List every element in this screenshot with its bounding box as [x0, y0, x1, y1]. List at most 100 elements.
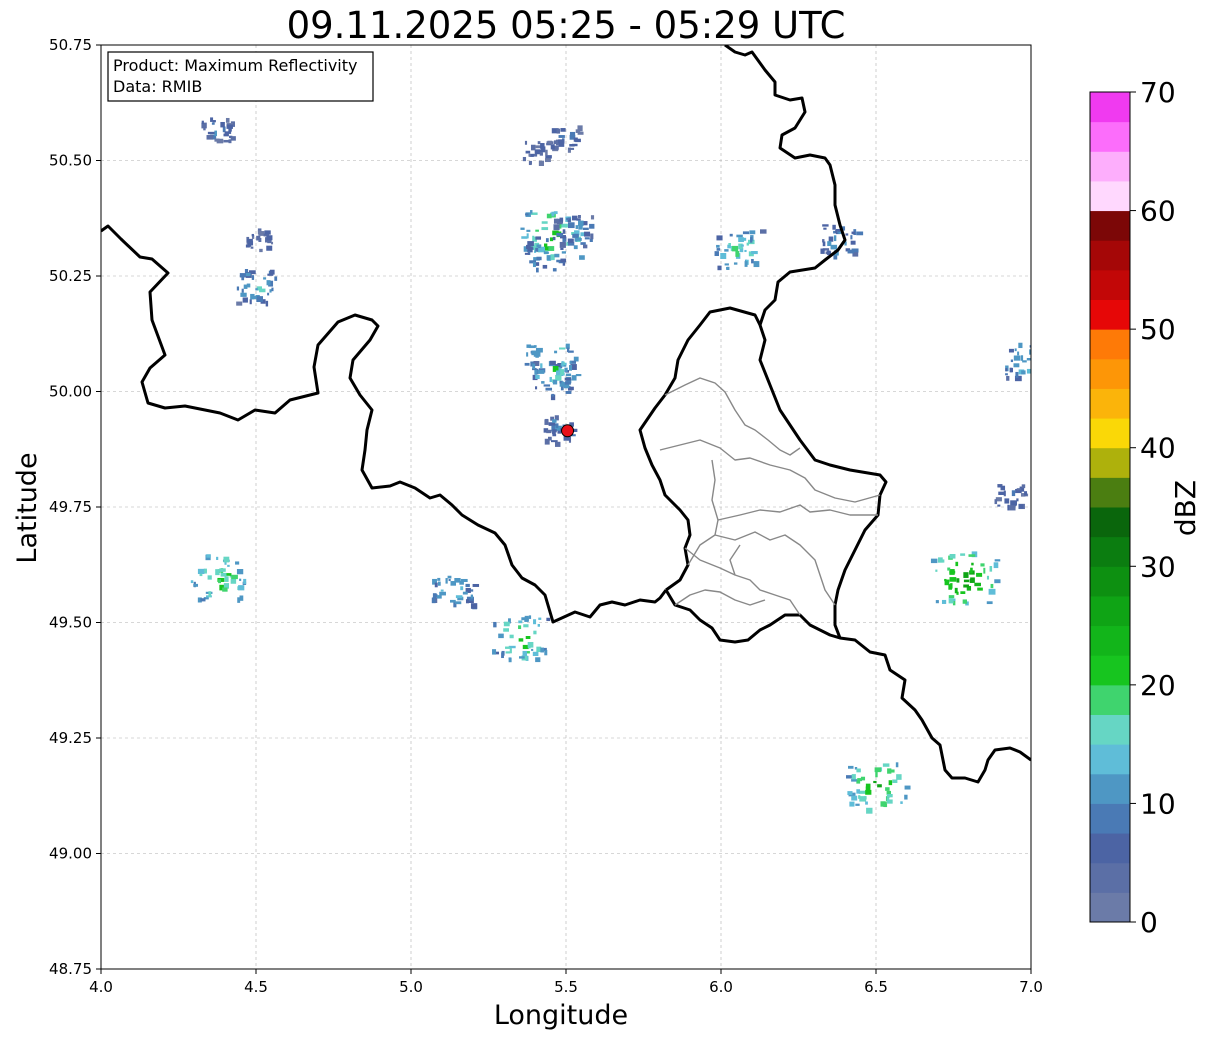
echo-pixel [832, 224, 836, 230]
y-tick-label: 50.50 [49, 152, 92, 170]
echo-pixel [865, 786, 871, 793]
echo-pixel [560, 369, 565, 375]
echo-pixel [849, 801, 855, 807]
echo-pixel [833, 235, 837, 242]
colorbar-segment [1090, 210, 1130, 241]
echo-pixel [573, 137, 578, 142]
echo-pixel [904, 785, 911, 790]
echo-pixel [462, 591, 468, 595]
echo-pixel [971, 562, 974, 566]
echo-pixel [439, 591, 446, 596]
echo-pixel [930, 558, 938, 564]
echo-pixel [1000, 485, 1006, 491]
echo-pixel [465, 599, 469, 604]
echo-pixel [948, 595, 955, 599]
echo-pixel [716, 244, 720, 248]
echo-pixel [847, 791, 853, 796]
echo-pixel [250, 246, 254, 249]
echo-pixel [242, 297, 248, 303]
colorbar-tick-label: 30 [1140, 550, 1176, 583]
echo-pixel [746, 242, 749, 246]
colorbar-segment [1090, 329, 1130, 360]
echo-pixel [547, 258, 551, 261]
echo-pixel [724, 249, 729, 252]
echo-pixel [525, 636, 531, 639]
echo-pixel [1037, 360, 1040, 365]
echo-pixel [251, 233, 254, 237]
echo-pixel [256, 296, 264, 303]
echo-pixel [543, 251, 549, 254]
echo-pixel [529, 247, 534, 250]
echo-pixel [728, 243, 731, 246]
echo-pixel [224, 576, 229, 582]
echo-pixel [855, 803, 860, 806]
echo-pixel [856, 789, 861, 794]
echo-pixel [562, 229, 566, 234]
echo-pixel [1018, 504, 1024, 509]
echo-pixel [1040, 355, 1042, 358]
echo-pixel [535, 657, 541, 663]
echo-pixel [245, 272, 251, 277]
echo-pixel [431, 597, 436, 604]
echo-pixel [937, 559, 945, 563]
echo-pixel [545, 418, 549, 422]
echo-pixel [732, 245, 739, 252]
echo-pixel [520, 227, 525, 230]
echo-pixel [848, 765, 854, 769]
echo-pixel [264, 230, 271, 235]
echo-pixel [850, 235, 853, 240]
echo-pixel [552, 236, 556, 241]
echo-pixel [501, 652, 504, 659]
echo-pixel [210, 117, 214, 122]
echo-pixel [569, 131, 576, 138]
echo-pixel [553, 218, 559, 224]
echo-pixel [1016, 488, 1022, 491]
echo-pixel [949, 577, 957, 582]
echo-pixel [851, 774, 856, 780]
echo-pixel [567, 238, 574, 243]
echo-pixel [892, 779, 898, 783]
echo-pixel [998, 491, 1006, 495]
echo-pixel [956, 578, 960, 583]
echo-pixel [1035, 366, 1038, 369]
echo-pixel [190, 580, 194, 584]
colorbar-segment [1090, 833, 1130, 864]
echo-pixel [590, 233, 594, 240]
echo-pixel [735, 250, 740, 257]
echo-pixel [455, 595, 463, 599]
echo-pixel [204, 569, 207, 573]
colorbar-segment [1090, 180, 1130, 212]
echo-pixel [199, 573, 203, 577]
echo-pixel [720, 252, 727, 259]
echo-pixel [505, 651, 511, 654]
echo-pixel [239, 578, 242, 581]
echo-pixel [440, 589, 444, 592]
echo-pixel [265, 300, 269, 307]
echo-pixel [207, 131, 215, 135]
echo-pixel [828, 236, 834, 242]
echo-pixel [505, 646, 511, 649]
echo-pixel [1013, 355, 1021, 361]
echo-pixel [465, 583, 470, 588]
echo-pixel [537, 370, 545, 374]
echo-pixel [1011, 490, 1016, 497]
echo-pixel [580, 242, 586, 245]
echo-pixel [578, 225, 583, 230]
echo-pixel [751, 258, 754, 264]
echo-pixel [859, 796, 867, 802]
colorbar-segment [1090, 595, 1130, 627]
echo-pixel [729, 233, 733, 237]
echo-pixel [552, 429, 557, 433]
echo-pixel [1038, 352, 1040, 356]
colorbar-segment [1090, 684, 1130, 715]
echo-pixel [546, 213, 552, 219]
echo-pixel [571, 375, 577, 381]
echo-pixel [231, 574, 238, 580]
colorbar-segment [1090, 507, 1130, 538]
echo-pixel [460, 578, 468, 583]
echo-pixel [753, 261, 760, 268]
colorbar-segment [1090, 773, 1130, 804]
echo-pixel [203, 127, 206, 131]
echo-pixel [238, 585, 245, 591]
echo-pixel [823, 227, 827, 230]
